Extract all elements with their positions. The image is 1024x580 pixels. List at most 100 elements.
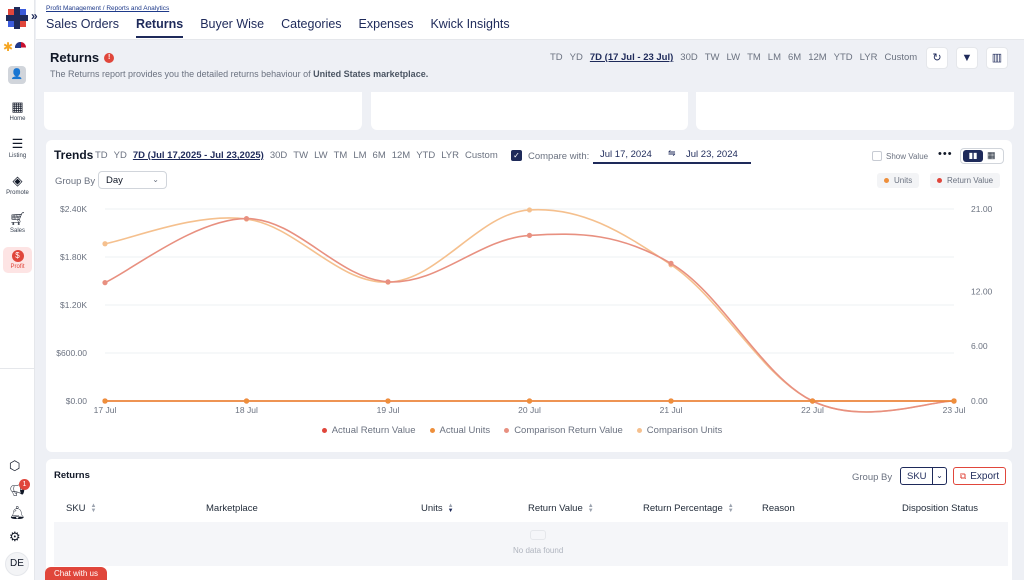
app-logo-icon[interactable] bbox=[6, 7, 28, 29]
data-point-comparison-return-value[interactable] bbox=[243, 216, 250, 222]
sort-desc-icon[interactable]: ▲ ▼ bbox=[448, 503, 454, 514]
trends-period-option[interactable]: 12M bbox=[392, 150, 410, 161]
trends-period-option[interactable]: YTD bbox=[416, 150, 435, 161]
table-group-by-select[interactable]: SKU ⌄ bbox=[900, 467, 947, 485]
period-option[interactable]: 12M bbox=[808, 52, 826, 63]
tab-sales-orders[interactable]: Sales Orders bbox=[46, 17, 119, 38]
breadcrumb[interactable]: Profit Management / Reports and Analytic… bbox=[46, 5, 169, 12]
trends-period-option[interactable]: Custom bbox=[465, 150, 498, 161]
sidebar-item-promote[interactable]: ◈ Promote bbox=[0, 174, 35, 197]
trends-period-option[interactable]: LM bbox=[353, 150, 366, 161]
legend-item[interactable]: Actual Units bbox=[429, 425, 490, 436]
column-header-return-percentage[interactable]: Return Percentage ▲ ▼ bbox=[643, 503, 734, 515]
trends-period-option[interactable]: LW bbox=[314, 150, 328, 161]
data-point-comparison-return-value[interactable] bbox=[385, 279, 391, 285]
group-by-select[interactable]: Day ⌄ bbox=[98, 171, 167, 189]
tab-categories[interactable]: Categories bbox=[281, 17, 341, 38]
expand-sidebar-icon[interactable]: » bbox=[31, 9, 38, 23]
sidebar-item-home[interactable]: ▦ Home bbox=[0, 100, 35, 123]
data-point-actual-units[interactable] bbox=[243, 398, 250, 404]
chat-button[interactable]: Chat with us bbox=[45, 567, 107, 580]
data-point-comparison-return-value[interactable] bbox=[668, 260, 674, 266]
metric-toggle-units[interactable]: Units bbox=[877, 173, 920, 188]
trends-period-option[interactable]: 6M bbox=[373, 150, 386, 161]
trends-period-option[interactable]: LYR bbox=[441, 150, 459, 161]
tab-buyer-wise[interactable]: Buyer Wise bbox=[200, 17, 264, 38]
sidebar-item-profit[interactable]: $ Profit bbox=[3, 247, 32, 273]
period-option[interactable]: 6M bbox=[788, 52, 801, 63]
compare-checkbox[interactable]: ✓ bbox=[511, 150, 522, 161]
export-button[interactable]: ⧉ Export bbox=[953, 467, 1006, 485]
returns-table-title: Returns bbox=[54, 470, 90, 481]
legend-item[interactable]: Comparison Units bbox=[636, 425, 722, 436]
period-option[interactable]: 7D (17 Jul - 23 Jul) bbox=[590, 52, 673, 63]
column-header-return-value[interactable]: Return Value ▲ ▼ bbox=[528, 503, 594, 515]
layout-icon[interactable]: ▥ bbox=[986, 47, 1008, 69]
view-toggle: ▮▮ ▦ bbox=[960, 148, 1004, 164]
avatar[interactable]: DE bbox=[5, 552, 29, 576]
period-option[interactable]: LW bbox=[727, 52, 741, 63]
period-option[interactable]: TD bbox=[550, 52, 563, 63]
tab-kwick-insights[interactable]: Kwick Insights bbox=[430, 17, 509, 38]
walmart-icon: ✱ bbox=[3, 40, 14, 54]
column-header-sku[interactable]: SKU ▲ ▼ bbox=[66, 503, 97, 515]
listing-icon: ☰ bbox=[11, 136, 24, 151]
gear-icon[interactable]: ⚙ bbox=[9, 529, 21, 545]
box-icon[interactable]: ⬡ bbox=[9, 458, 20, 474]
metric-toggle-return-value[interactable]: Return Value bbox=[930, 173, 1001, 188]
more-options-icon[interactable]: ••• bbox=[938, 148, 953, 160]
compare-end-date[interactable]: Jul 23, 2024 bbox=[686, 149, 738, 160]
legend-item[interactable]: Actual Return Value bbox=[321, 425, 416, 436]
trends-period-option[interactable]: YD bbox=[114, 150, 127, 161]
notification-badge: 1 bbox=[19, 479, 30, 490]
filter-icon[interactable]: ▼ bbox=[956, 47, 978, 69]
data-point-actual-units[interactable] bbox=[526, 398, 533, 404]
legend-item[interactable]: Comparison Return Value bbox=[504, 425, 623, 436]
data-point-actual-units[interactable] bbox=[951, 398, 957, 404]
period-option[interactable]: YD bbox=[570, 52, 583, 63]
column-header-units[interactable]: Units ▲ ▼ bbox=[421, 503, 454, 515]
data-point-comparison-return-value[interactable] bbox=[102, 280, 108, 286]
data-point-comparison-units[interactable] bbox=[102, 241, 108, 247]
period-option[interactable]: YTD bbox=[834, 52, 853, 63]
sort-icon[interactable]: ▲ ▼ bbox=[91, 503, 97, 514]
trends-period-option[interactable]: TM bbox=[334, 150, 348, 161]
bell-icon[interactable]: 🔔︎ bbox=[9, 505, 26, 521]
period-option[interactable]: TM bbox=[747, 52, 761, 63]
refresh-icon[interactable]: ↻ bbox=[926, 47, 948, 69]
sort-icon[interactable]: ▲ ▼ bbox=[588, 503, 594, 514]
data-point-actual-units[interactable] bbox=[102, 398, 108, 404]
trends-period-option[interactable]: 30D bbox=[270, 150, 287, 161]
legend-dot bbox=[504, 428, 510, 433]
sidebar-item-label: Sales bbox=[9, 228, 25, 234]
period-option[interactable]: TW bbox=[705, 52, 720, 63]
trends-period-option[interactable]: TW bbox=[293, 150, 308, 161]
sort-icon[interactable]: ▲ ▼ bbox=[728, 503, 734, 514]
trends-period-option[interactable]: 7D (Jul 17,2025 - Jul 23,2025) bbox=[133, 150, 264, 161]
tab-returns[interactable]: Returns bbox=[135, 17, 184, 38]
group-by-value: Day bbox=[106, 175, 123, 186]
sidebar-item-sales[interactable]: 🛒︎ Sales bbox=[0, 212, 35, 235]
period-option[interactable]: 30D bbox=[680, 52, 697, 63]
data-point-comparison-units[interactable] bbox=[526, 207, 533, 213]
trends-period-option[interactable]: TD bbox=[95, 150, 108, 161]
data-point-actual-units[interactable] bbox=[809, 398, 816, 404]
tab-expenses[interactable]: Expenses bbox=[359, 17, 414, 38]
data-point-actual-units[interactable] bbox=[385, 398, 391, 404]
y-left-tick-label: $600.00 bbox=[56, 348, 87, 358]
sidebar-item-listing[interactable]: ☰ Listing bbox=[0, 136, 35, 160]
period-option[interactable]: LM bbox=[768, 52, 781, 63]
chart-view-icon[interactable]: ▮▮ bbox=[963, 150, 983, 162]
info-icon[interactable]: ! bbox=[104, 52, 115, 63]
user-icon[interactable]: 👤 bbox=[8, 66, 26, 84]
compare-start-date[interactable]: Jul 17, 2024 bbox=[600, 149, 652, 160]
period-option[interactable]: LYR bbox=[860, 52, 878, 63]
show-value-checkbox[interactable] bbox=[872, 151, 882, 161]
table-view-icon[interactable]: ▦ bbox=[987, 150, 996, 161]
period-option[interactable]: Custom bbox=[884, 52, 917, 63]
compare-date-range[interactable]: Jul 17, 2024 ⇋ Jul 23, 2024 bbox=[593, 146, 751, 164]
data-point-comparison-return-value[interactable] bbox=[526, 232, 533, 238]
marketplace-selector[interactable]: ✱ bbox=[3, 40, 27, 54]
data-point-actual-units[interactable] bbox=[668, 398, 674, 404]
column-label: Marketplace bbox=[206, 503, 258, 514]
